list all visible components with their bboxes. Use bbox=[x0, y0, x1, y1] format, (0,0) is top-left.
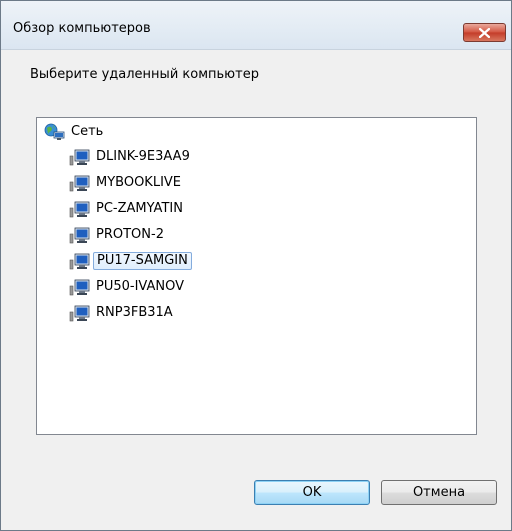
computer-icon bbox=[69, 278, 93, 296]
window-title: Обзор компьютеров bbox=[13, 21, 151, 36]
computer-icon bbox=[69, 304, 93, 322]
computer-icon bbox=[69, 148, 93, 166]
tree-item-label: PC-ZAMYATIN bbox=[96, 201, 183, 216]
close-icon bbox=[479, 28, 490, 38]
prompt-label: Выберите удаленный компьютер bbox=[30, 67, 259, 82]
tree-item[interactable]: PC-ZAMYATIN bbox=[69, 199, 186, 219]
network-globe-icon bbox=[44, 123, 68, 141]
dialog-body: Выберите удаленный компьютер Сеть DLINK-… bbox=[1, 50, 511, 530]
title-bar[interactable]: Обзор компьютеров bbox=[1, 1, 511, 50]
ok-button[interactable]: OK bbox=[254, 480, 370, 505]
computer-icon bbox=[69, 200, 93, 218]
tree-item-selected[interactable]: PU17-SAMGIN bbox=[69, 251, 192, 271]
tree-root-label: Сеть bbox=[71, 124, 104, 139]
tree-item-label: RNP3FB31A bbox=[96, 305, 173, 320]
computer-icon bbox=[69, 252, 93, 270]
tree-item-label: PROTON-2 bbox=[96, 227, 164, 242]
tree-item[interactable]: MYBOOKLIVE bbox=[69, 173, 184, 193]
close-button[interactable] bbox=[463, 23, 506, 42]
computer-tree[interactable]: Сеть DLINK-9E3AA9 MYBOOKLIVE PC-ZAMYATIN… bbox=[36, 117, 477, 435]
tree-item[interactable]: RNP3FB31A bbox=[69, 303, 176, 323]
tree-item-label: PU50-IVANOV bbox=[96, 279, 184, 294]
tree-item[interactable]: DLINK-9E3AA9 bbox=[69, 147, 193, 167]
cancel-button[interactable]: Отмена bbox=[381, 480, 497, 505]
tree-item[interactable]: PU50-IVANOV bbox=[69, 277, 187, 297]
tree-item[interactable]: PROTON-2 bbox=[69, 225, 167, 245]
dialog-window: Обзор компьютеров Выберите удаленный ком… bbox=[0, 0, 512, 531]
tree-item-label: PU17-SAMGIN bbox=[93, 252, 192, 270]
tree-item-label: DLINK-9E3AA9 bbox=[96, 149, 190, 164]
computer-icon bbox=[69, 174, 93, 192]
tree-item-label: MYBOOKLIVE bbox=[96, 175, 182, 190]
tree-root-network[interactable]: Сеть bbox=[44, 122, 106, 142]
computer-icon bbox=[69, 226, 93, 244]
